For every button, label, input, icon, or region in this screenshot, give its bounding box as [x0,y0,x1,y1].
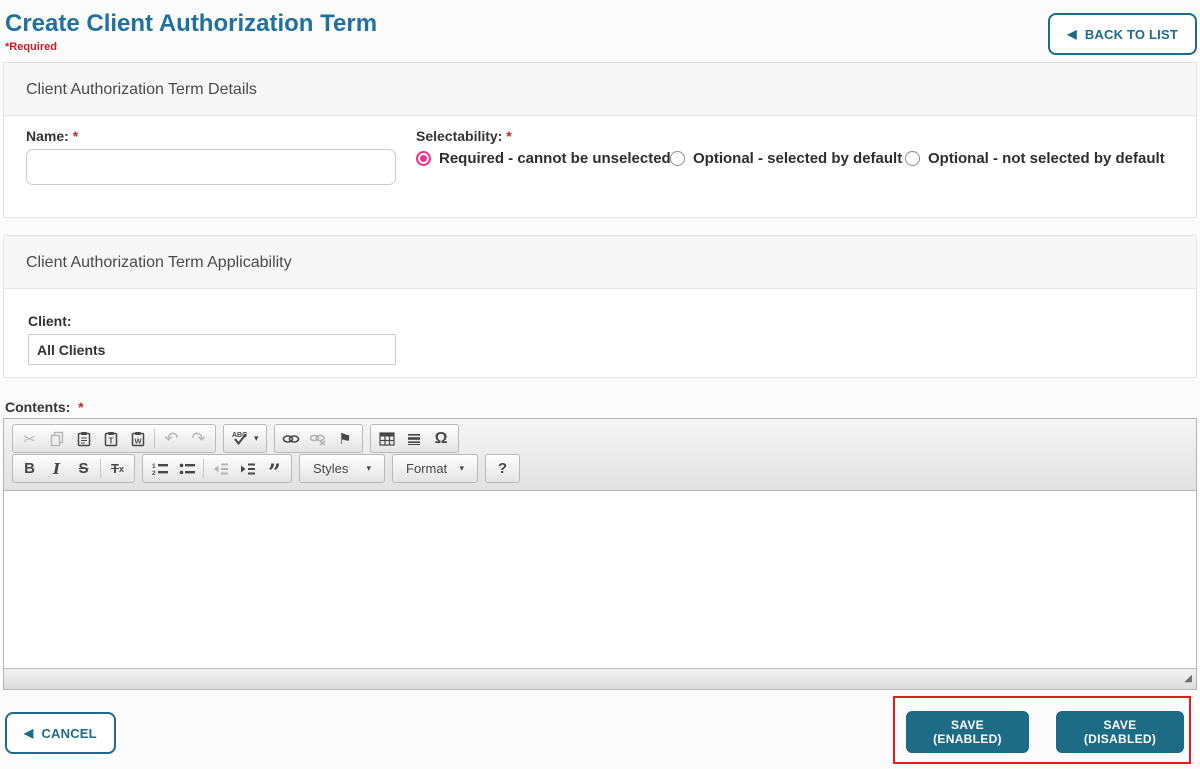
link-icon[interactable] [278,426,305,451]
bulleted-list-icon[interactable] [173,456,200,481]
radio-optional-selected-by-default[interactable]: Optional - selected by default [670,150,902,167]
numbered-list-icon[interactable]: 12 [146,456,173,481]
decrease-indent-icon [207,456,234,481]
cancel-label: CANCEL [41,725,97,741]
toolbar-row-2: B I S Tx 12 ” Styles ▾ Format ▾ ? [12,454,1188,484]
format-dropdown-label: Format [406,461,448,476]
strikethrough-icon[interactable]: S [70,456,97,481]
anchor-flag-icon[interactable]: ⚑ [332,426,359,451]
radio-label: Required - cannot be unselected [439,150,671,167]
cut-icon: ✂ [23,430,36,448]
resize-corner-icon[interactable]: ◢ [1184,674,1192,684]
horizontal-rule-icon[interactable] [401,426,428,451]
styles-dropdown[interactable]: Styles ▾ [305,456,379,481]
editor-content-area[interactable] [4,491,1196,668]
left-triangle-icon: ◀ [1067,27,1077,41]
paragraph-group: 12 ” [142,454,292,484]
name-label: Name: * [26,128,79,144]
remove-format-icon[interactable]: Tx [104,456,131,481]
toolbar-separator [100,459,101,478]
selectability-label: Selectability: * [416,128,512,144]
table-icon[interactable] [374,426,401,451]
required-note: *Required [5,41,57,53]
copy-icon [43,426,70,451]
radio-button-icon[interactable] [670,151,685,166]
paste-from-word-icon[interactable]: W [124,426,151,451]
applicability-panel: Client Authorization Term Applicability … [3,235,1197,378]
insert-group: Ω [369,424,459,453]
styles-dropdown-label: Styles [313,461,349,476]
unlink-icon [305,426,332,451]
editor-toolbar: ✂ T W ↶ ↷ ABC ▾ ⚑ Ω B I S T x 1 2 ” Styl… [4,419,1196,491]
cancel-button[interactable]: ◀ CANCEL [5,712,116,754]
details-panel-body: Name: * Selectability: * Required - cann… [4,116,1196,216]
toolbar-separator [203,459,204,478]
required-star-icon: * [72,128,79,144]
italic-icon[interactable]: I [43,456,70,481]
name-input[interactable] [26,149,396,185]
save-enabled-button[interactable]: SAVE (ENABLED) [906,711,1029,753]
contents-label: Contents: * [5,399,84,415]
bold-icon[interactable]: B [16,456,43,481]
applicability-panel-body: Client: [4,289,1196,376]
editor-bottom-bar: ◢ [4,668,1196,689]
toolbar-row-1: ✂ T W ↶ ↷ ABC ▾ ⚑ Ω [12,424,1188,453]
save-disabled-button[interactable]: SAVE (DISABLED) [1056,711,1184,753]
svg-text:2: 2 [152,470,156,476]
basic-styles-group: B I S Tx [12,454,135,483]
help-button[interactable]: ? [489,456,516,481]
paste-plain-text-icon[interactable]: T [97,426,124,451]
format-dropdown[interactable]: Format ▾ [398,456,472,481]
applicability-panel-title: Client Authorization Term Applicability [4,236,1196,289]
radio-label: Optional - not selected by default [928,150,1165,167]
svg-text:T: T [108,436,113,445]
increase-indent-icon[interactable] [234,456,261,481]
client-input[interactable] [28,334,396,365]
links-group: ⚑ [273,424,363,453]
blockquote-icon[interactable]: ” [261,456,288,484]
chevron-down-icon: ▾ [366,463,371,473]
clipboard-group: ✂ T W ↶ ↷ [12,424,216,453]
client-label: Client: [28,313,72,329]
undo-icon: ↶ [164,428,179,448]
chevron-down-icon: ▾ [254,433,259,443]
spellcheck-group: ABC ▾ [223,424,267,453]
radio-button-icon[interactable] [416,151,431,166]
page-title: Create Client Authorization Term [5,10,378,37]
left-triangle-icon: ◀ [24,726,34,740]
format-dropdown-group: Format ▾ [392,454,478,483]
chevron-down-icon: ▾ [459,463,464,473]
contents-rich-text-editor: ✂ T W ↶ ↷ ABC ▾ ⚑ Ω B I S T x 1 2 ” Styl… [3,418,1197,690]
radio-required-cannot-be-unselected[interactable]: Required - cannot be unselected [416,150,671,167]
radio-label: Optional - selected by default [693,150,903,167]
radio-optional-not-selected-by-default[interactable]: Optional - not selected by default [905,150,1165,167]
special-character-icon[interactable]: Ω [428,426,455,451]
svg-text:W: W [134,436,142,445]
spellcheck-icon[interactable]: ABC ▾ [227,430,263,447]
required-star-icon: * [78,399,84,415]
help-group: ? [485,454,520,483]
toolbar-separator [154,429,155,448]
radio-button-icon[interactable] [905,151,920,166]
details-panel: Client Authorization Term Details Name: … [3,62,1197,218]
required-star-icon: * [506,128,512,144]
back-to-list-button[interactable]: ◀ BACK TO LIST [1048,13,1197,55]
redo-icon: ↷ [191,428,206,448]
back-to-list-label: BACK TO LIST [1084,26,1178,42]
svg-text:1: 1 [152,463,156,470]
paste-icon[interactable] [70,426,97,451]
styles-dropdown-group: Styles ▾ [299,454,385,483]
details-panel-title: Client Authorization Term Details [4,63,1196,116]
